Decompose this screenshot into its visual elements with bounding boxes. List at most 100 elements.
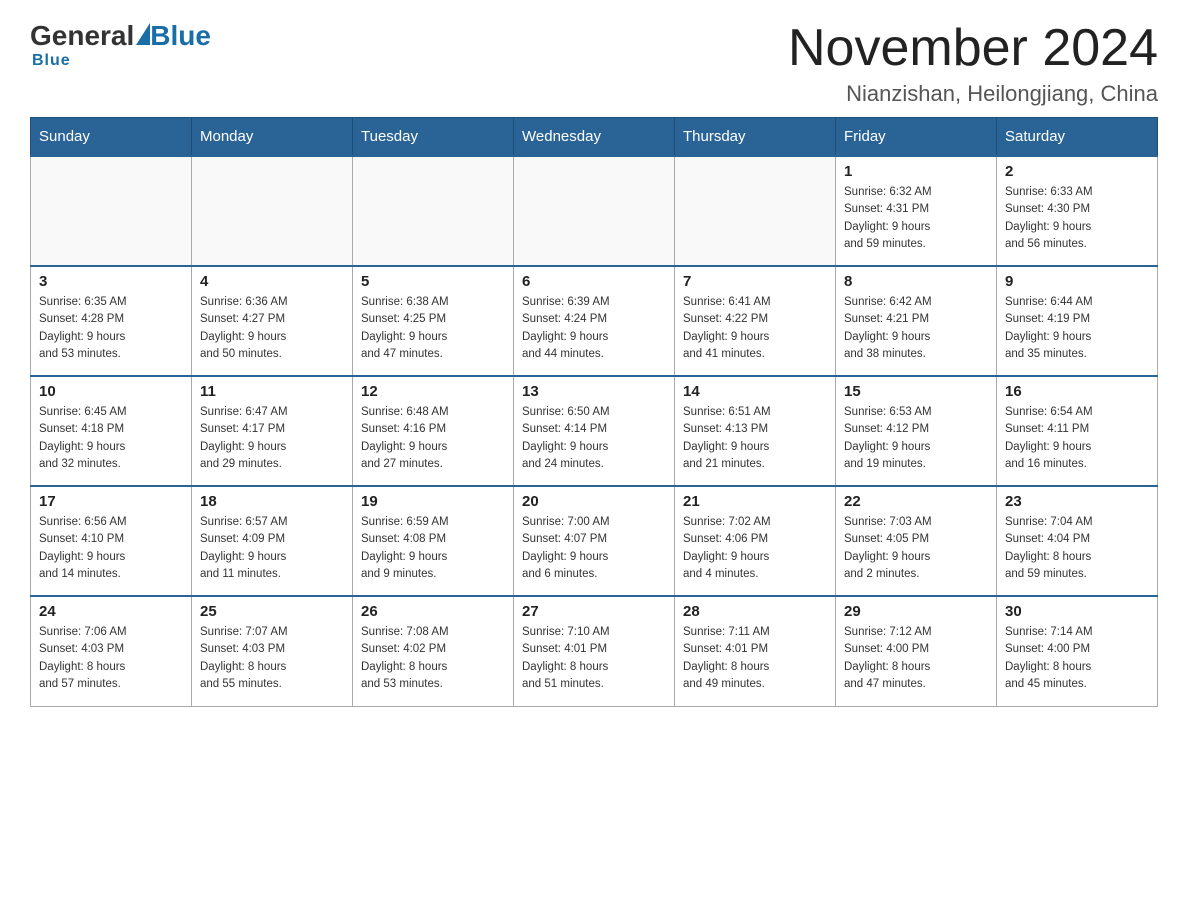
day-info: Sunrise: 6:42 AM Sunset: 4:21 PM Dayligh… <box>844 294 988 363</box>
calendar-cell: 23Sunrise: 7:04 AM Sunset: 4:04 PM Dayli… <box>997 486 1158 596</box>
day-info: Sunrise: 7:04 AM Sunset: 4:04 PM Dayligh… <box>1005 514 1149 583</box>
calendar-cell: 9 Sunrise: 6:44 AM Sunset: 4:19 PM Daylig… <box>997 266 1158 376</box>
day-number: 29 <box>844 603 988 620</box>
day-info: Sunrise: 6:47 AM Sunset: 4:17 PM Dayligh… <box>200 404 344 473</box>
day-info: Sunrise: 6:56 AM Sunset: 4:10 PM Dayligh… <box>39 514 183 583</box>
logo-blue-text: Blue <box>150 20 211 52</box>
week-row: 10 Sunrise: 6:45 AM Sunset: 4:18 PM Dayli… <box>31 376 1158 486</box>
day-number: 15 <box>844 383 988 400</box>
calendar-cell: 17 Sunrise: 6:56 AM Sunset: 4:10 PM Dayli… <box>31 486 192 596</box>
calendar-cell: 11 Sunrise: 6:47 AM Sunset: 4:17 PM Dayli… <box>192 376 353 486</box>
day-number: 10 <box>39 383 183 400</box>
day-number: 21 <box>683 493 827 510</box>
calendar-cell: 7 Sunrise: 6:41 AM Sunset: 4:22 PM Daylig… <box>675 266 836 376</box>
day-number: 30 <box>1005 603 1149 620</box>
day-info: Sunrise: 6:41 AM Sunset: 4:22 PM Dayligh… <box>683 294 827 363</box>
calendar-cell: 24 Sunrise: 7:06 AM Sunset: 4:03 PM Dayli… <box>31 596 192 706</box>
day-info: Sunrise: 6:54 AM Sunset: 4:11 PM Dayligh… <box>1005 404 1149 473</box>
week-row: 1 Sunrise: 6:32 AM Sunset: 4:31 PM Daylig… <box>31 156 1158 266</box>
calendar-cell: 6 Sunrise: 6:39 AM Sunset: 4:24 PM Daylig… <box>514 266 675 376</box>
day-info: Sunrise: 6:48 AM Sunset: 4:16 PM Dayligh… <box>361 404 505 473</box>
day-number: 18 <box>200 493 344 510</box>
day-info: Sunrise: 7:02 AM Sunset: 4:06 PM Dayligh… <box>683 514 827 583</box>
day-number: 11 <box>200 383 344 400</box>
calendar-cell <box>675 156 836 266</box>
day-of-week-header: Sunday <box>31 118 192 157</box>
day-info: Sunrise: 7:10 AM Sunset: 4:01 PM Dayligh… <box>522 624 666 693</box>
day-number: 7 <box>683 273 827 290</box>
calendar-cell: 29Sunrise: 7:12 AM Sunset: 4:00 PM Dayli… <box>836 596 997 706</box>
calendar-cell: 4 Sunrise: 6:36 AM Sunset: 4:27 PM Daylig… <box>192 266 353 376</box>
day-info: Sunrise: 7:00 AM Sunset: 4:07 PM Dayligh… <box>522 514 666 583</box>
day-info: Sunrise: 6:32 AM Sunset: 4:31 PM Dayligh… <box>844 184 988 253</box>
day-info: Sunrise: 6:57 AM Sunset: 4:09 PM Dayligh… <box>200 514 344 583</box>
location-title: Nianzishan, Heilongjiang, China <box>788 81 1158 107</box>
calendar-cell: 30Sunrise: 7:14 AM Sunset: 4:00 PM Dayli… <box>997 596 1158 706</box>
day-of-week-header: Thursday <box>675 118 836 157</box>
day-number: 12 <box>361 383 505 400</box>
day-of-week-header: Friday <box>836 118 997 157</box>
day-number: 1 <box>844 163 988 180</box>
day-of-week-header: Saturday <box>997 118 1158 157</box>
day-number: 27 <box>522 603 666 620</box>
calendar-cell: 3 Sunrise: 6:35 AM Sunset: 4:28 PM Daylig… <box>31 266 192 376</box>
calendar-cell: 12 Sunrise: 6:48 AM Sunset: 4:16 PM Dayli… <box>353 376 514 486</box>
day-number: 2 <box>1005 163 1149 180</box>
calendar-cell: 27 Sunrise: 7:10 AM Sunset: 4:01 PM Dayli… <box>514 596 675 706</box>
calendar-cell: 1 Sunrise: 6:32 AM Sunset: 4:31 PM Daylig… <box>836 156 997 266</box>
day-number: 9 <box>1005 273 1149 290</box>
day-number: 4 <box>200 273 344 290</box>
day-number: 6 <box>522 273 666 290</box>
calendar-cell: 15Sunrise: 6:53 AM Sunset: 4:12 PM Dayli… <box>836 376 997 486</box>
calendar-cell: 20 Sunrise: 7:00 AM Sunset: 4:07 PM Dayli… <box>514 486 675 596</box>
logo: General Blue Blue <box>30 20 211 70</box>
day-number: 5 <box>361 273 505 290</box>
calendar-cell: 21 Sunrise: 7:02 AM Sunset: 4:06 PM Dayli… <box>675 486 836 596</box>
logo-general-text: General <box>30 20 134 52</box>
calendar-cell: 22 Sunrise: 7:03 AM Sunset: 4:05 PM Dayli… <box>836 486 997 596</box>
day-info: Sunrise: 6:44 AM Sunset: 4:19 PM Dayligh… <box>1005 294 1149 363</box>
day-number: 3 <box>39 273 183 290</box>
day-info: Sunrise: 6:38 AM Sunset: 4:25 PM Dayligh… <box>361 294 505 363</box>
calendar-cell: 26 Sunrise: 7:08 AM Sunset: 4:02 PM Dayli… <box>353 596 514 706</box>
calendar-cell <box>31 156 192 266</box>
day-number: 28 <box>683 603 827 620</box>
calendar-cell <box>514 156 675 266</box>
day-number: 14 <box>683 383 827 400</box>
day-number: 16 <box>1005 383 1149 400</box>
day-info: Sunrise: 7:07 AM Sunset: 4:03 PM Dayligh… <box>200 624 344 693</box>
calendar-cell: 28 Sunrise: 7:11 AM Sunset: 4:01 PM Dayli… <box>675 596 836 706</box>
day-number: 20 <box>522 493 666 510</box>
day-info: Sunrise: 6:33 AM Sunset: 4:30 PM Dayligh… <box>1005 184 1149 253</box>
day-info: Sunrise: 7:06 AM Sunset: 4:03 PM Dayligh… <box>39 624 183 693</box>
calendar-cell: 16 Sunrise: 6:54 AM Sunset: 4:11 PM Dayli… <box>997 376 1158 486</box>
day-info: Sunrise: 6:39 AM Sunset: 4:24 PM Dayligh… <box>522 294 666 363</box>
calendar-cell: 14Sunrise: 6:51 AM Sunset: 4:13 PM Dayli… <box>675 376 836 486</box>
day-number: 25 <box>200 603 344 620</box>
week-row: 24 Sunrise: 7:06 AM Sunset: 4:03 PM Dayli… <box>31 596 1158 706</box>
calendar-cell: 8Sunrise: 6:42 AM Sunset: 4:21 PM Daylig… <box>836 266 997 376</box>
day-number: 24 <box>39 603 183 620</box>
calendar-cell: 19Sunrise: 6:59 AM Sunset: 4:08 PM Dayli… <box>353 486 514 596</box>
day-info: Sunrise: 7:03 AM Sunset: 4:05 PM Dayligh… <box>844 514 988 583</box>
day-number: 17 <box>39 493 183 510</box>
calendar-cell: 13Sunrise: 6:50 AM Sunset: 4:14 PM Dayli… <box>514 376 675 486</box>
day-number: 22 <box>844 493 988 510</box>
day-number: 13 <box>522 383 666 400</box>
calendar-cell: 25 Sunrise: 7:07 AM Sunset: 4:03 PM Dayli… <box>192 596 353 706</box>
week-row: 17 Sunrise: 6:56 AM Sunset: 4:10 PM Dayli… <box>31 486 1158 596</box>
logo-underline: Blue <box>32 52 71 70</box>
day-info: Sunrise: 7:11 AM Sunset: 4:01 PM Dayligh… <box>683 624 827 693</box>
day-info: Sunrise: 7:08 AM Sunset: 4:02 PM Dayligh… <box>361 624 505 693</box>
day-info: Sunrise: 6:35 AM Sunset: 4:28 PM Dayligh… <box>39 294 183 363</box>
day-info: Sunrise: 6:45 AM Sunset: 4:18 PM Dayligh… <box>39 404 183 473</box>
day-info: Sunrise: 6:36 AM Sunset: 4:27 PM Dayligh… <box>200 294 344 363</box>
day-number: 19 <box>361 493 505 510</box>
calendar-cell <box>353 156 514 266</box>
day-number: 26 <box>361 603 505 620</box>
logo-triangle-icon <box>136 23 150 45</box>
calendar-cell: 5 Sunrise: 6:38 AM Sunset: 4:25 PM Daylig… <box>353 266 514 376</box>
day-of-week-header: Wednesday <box>514 118 675 157</box>
calendar-cell: 18 Sunrise: 6:57 AM Sunset: 4:09 PM Dayli… <box>192 486 353 596</box>
page-header: General Blue Blue November 2024 Nianzish… <box>30 20 1158 107</box>
